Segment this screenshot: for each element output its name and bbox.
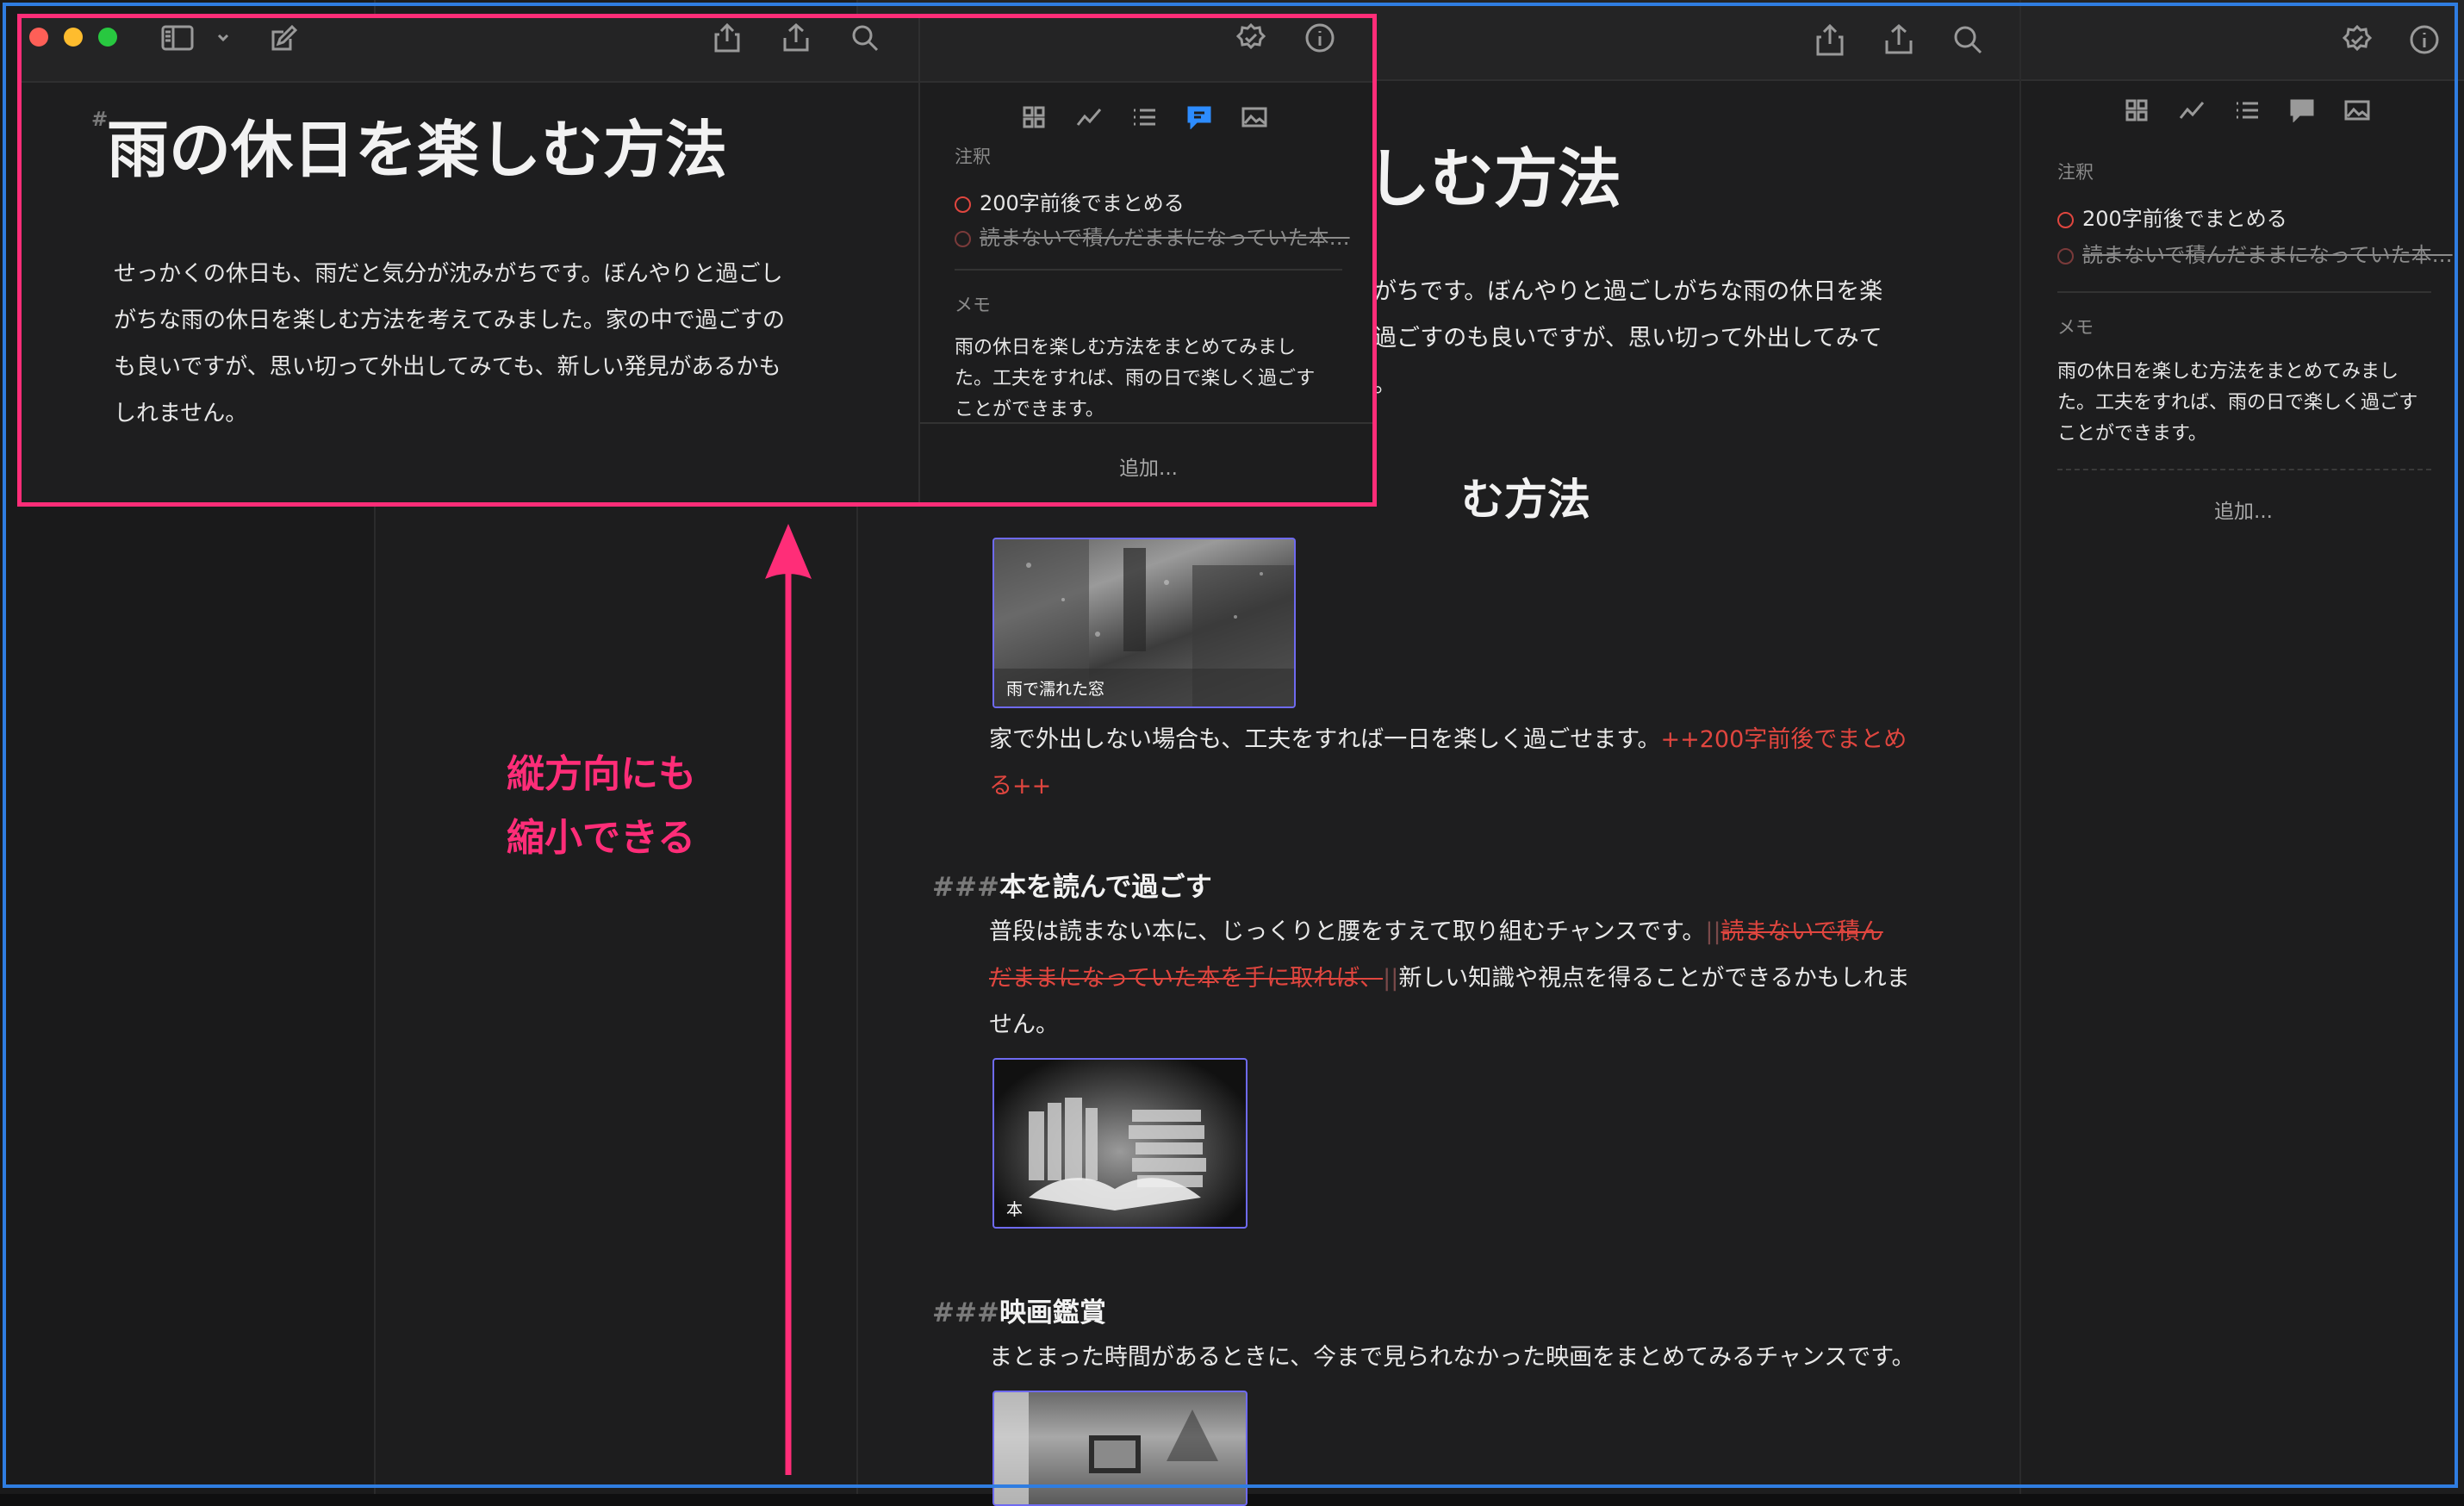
resized-window-highlight	[17, 14, 1377, 507]
